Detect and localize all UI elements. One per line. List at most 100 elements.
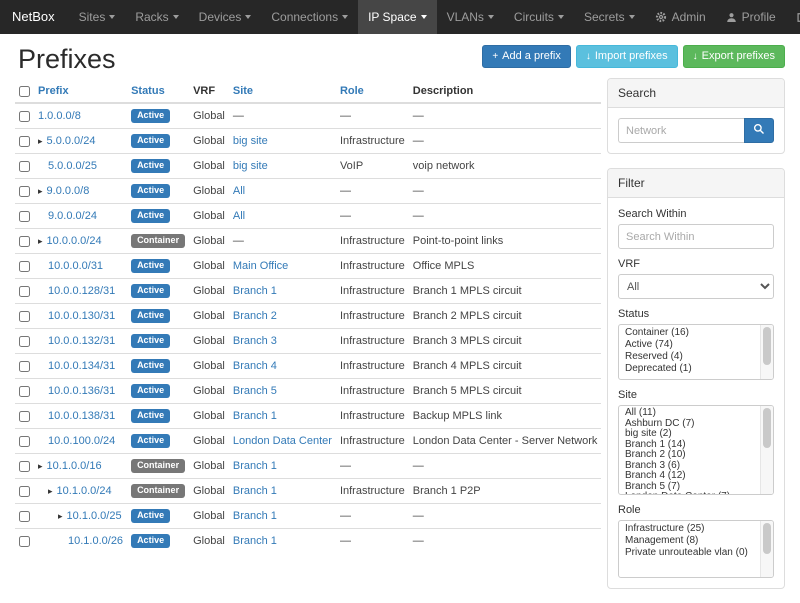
- site-link[interactable]: Branch 1: [233, 410, 277, 422]
- prefix-link[interactable]: 10.1.0.0/24: [57, 485, 112, 497]
- brand[interactable]: NetBox: [0, 0, 69, 34]
- site-link[interactable]: All: [233, 210, 245, 222]
- select-all-checkbox[interactable]: [19, 86, 30, 97]
- search-input[interactable]: [618, 118, 744, 143]
- expand-caret-icon[interactable]: ▸: [48, 486, 53, 497]
- column-header-prefix[interactable]: Prefix: [34, 80, 127, 103]
- nav-item-sites[interactable]: Sites: [69, 0, 126, 34]
- prefix-link[interactable]: 5.0.0.0/25: [48, 160, 97, 172]
- row-checkbox[interactable]: [19, 261, 30, 272]
- prefix-link[interactable]: 10.0.100.0/24: [48, 435, 115, 447]
- row-checkbox[interactable]: [19, 161, 30, 172]
- site-link[interactable]: Branch 1: [233, 485, 277, 497]
- nav-item-ip-space[interactable]: IP Space: [358, 0, 436, 34]
- filter-option[interactable]: Branch 2 (10): [619, 450, 760, 461]
- site-link[interactable]: Branch 1: [233, 285, 277, 297]
- row-checkbox[interactable]: [19, 211, 30, 222]
- prefix-link[interactable]: 10.0.0.138/31: [48, 410, 115, 422]
- row-checkbox[interactable]: [19, 136, 30, 147]
- prefix-link[interactable]: 10.0.0.136/31: [48, 385, 115, 397]
- nav-item-profile[interactable]: Profile: [716, 0, 786, 34]
- filter-option[interactable]: Private unrouteable vlan (0): [619, 547, 760, 559]
- row-checkbox[interactable]: [19, 386, 30, 397]
- site-scrollbar[interactable]: [760, 406, 773, 494]
- row-checkbox[interactable]: [19, 536, 30, 547]
- nav-item-secrets[interactable]: Secrets: [574, 0, 645, 34]
- nav-item-vlans[interactable]: VLANs: [437, 0, 504, 34]
- row-checkbox[interactable]: [19, 361, 30, 372]
- site-link[interactable]: Branch 1: [233, 535, 277, 547]
- prefix-link[interactable]: 10.0.0.130/31: [48, 310, 115, 322]
- prefix-link[interactable]: 5.0.0.0/24: [47, 135, 96, 147]
- vrf-select[interactable]: All: [618, 274, 774, 299]
- nav-item-devices[interactable]: Devices: [189, 0, 262, 34]
- site-link[interactable]: Branch 4: [233, 360, 277, 372]
- nav-item-connections[interactable]: Connections: [261, 0, 358, 34]
- prefix-link[interactable]: 10.0.0.0/31: [48, 260, 103, 272]
- site-link[interactable]: Branch 5: [233, 385, 277, 397]
- prefix-link[interactable]: 10.0.0.134/31: [48, 360, 115, 372]
- column-header-role[interactable]: Role: [336, 80, 409, 103]
- prefix-link[interactable]: 9.0.0.0/24: [48, 210, 97, 222]
- row-checkbox[interactable]: [19, 486, 30, 497]
- search-button[interactable]: [744, 118, 774, 143]
- expand-caret-icon[interactable]: ▸: [58, 511, 63, 522]
- site-link[interactable]: big site: [233, 160, 268, 172]
- role-scrollbar[interactable]: [760, 521, 773, 577]
- filter-option[interactable]: Deprecated (1): [619, 363, 760, 375]
- row-checkbox[interactable]: [19, 511, 30, 522]
- nav-item-admin[interactable]: Admin: [645, 0, 716, 34]
- filter-option[interactable]: All (11): [619, 408, 760, 419]
- filter-option[interactable]: Branch 4 (12): [619, 471, 760, 482]
- site-link[interactable]: Branch 1: [233, 510, 277, 522]
- status-scrollbar[interactable]: [760, 325, 773, 379]
- prefix-link[interactable]: 10.1.0.0/16: [47, 460, 102, 472]
- prefix-link[interactable]: 1.0.0.0/8: [38, 110, 81, 122]
- prefix-link[interactable]: 10.1.0.0/25: [67, 510, 122, 522]
- row-checkbox[interactable]: [19, 236, 30, 247]
- site-link[interactable]: All: [233, 185, 245, 197]
- filter-option[interactable]: Container (16): [619, 327, 760, 339]
- import-prefixes-button[interactable]: ↓ Import prefixes: [576, 45, 678, 68]
- row-checkbox[interactable]: [19, 411, 30, 422]
- row-checkbox[interactable]: [19, 311, 30, 322]
- column-header-site[interactable]: Site: [229, 80, 336, 103]
- row-checkbox[interactable]: [19, 186, 30, 197]
- filter-option[interactable]: Management (8): [619, 535, 760, 547]
- row-checkbox[interactable]: [19, 461, 30, 472]
- expand-caret-icon[interactable]: ▸: [38, 461, 43, 472]
- prefix-link[interactable]: 10.0.0.0/24: [47, 235, 102, 247]
- expand-caret-icon[interactable]: ▸: [38, 236, 43, 247]
- search-within-input[interactable]: [618, 224, 774, 249]
- prefix-link[interactable]: 9.0.0.0/8: [47, 185, 90, 197]
- site-link[interactable]: Branch 1: [233, 460, 277, 472]
- prefix-link[interactable]: 10.0.0.128/31: [48, 285, 115, 297]
- nav-item-circuits[interactable]: Circuits: [504, 0, 574, 34]
- filter-option[interactable]: London Data Center (7): [619, 492, 760, 494]
- filter-option[interactable]: big site (2): [619, 429, 760, 440]
- row-checkbox[interactable]: [19, 286, 30, 297]
- filter-option[interactable]: Active (74): [619, 339, 760, 351]
- filter-option[interactable]: Reserved (4): [619, 351, 760, 363]
- row-checkbox[interactable]: [19, 336, 30, 347]
- site-link[interactable]: big site: [233, 135, 268, 147]
- add-prefix-button[interactable]: + Add a prefix: [482, 45, 571, 68]
- site-link[interactable]: Main Office: [233, 260, 288, 272]
- row-checkbox[interactable]: [19, 111, 30, 122]
- nav-item-racks[interactable]: Racks: [125, 0, 188, 34]
- export-prefixes-button[interactable]: ↓ Export prefixes: [683, 45, 785, 68]
- nav-item-logout[interactable]: Log out: [786, 0, 800, 34]
- expand-caret-icon[interactable]: ▸: [38, 186, 43, 197]
- expand-caret-icon[interactable]: ▸: [38, 136, 43, 147]
- site-listbox[interactable]: All (11)Ashburn DC (7)big site (2)Branch…: [618, 405, 774, 495]
- status-listbox[interactable]: Container (16)Active (74)Reserved (4)Dep…: [618, 324, 774, 380]
- column-header-status[interactable]: Status: [127, 80, 189, 103]
- filter-option[interactable]: Infrastructure (25): [619, 523, 760, 535]
- prefix-link[interactable]: 10.1.0.0/26: [68, 535, 123, 547]
- site-link[interactable]: Branch 3: [233, 335, 277, 347]
- site-link[interactable]: London Data Center: [233, 435, 332, 447]
- row-checkbox[interactable]: [19, 436, 30, 447]
- prefix-link[interactable]: 10.0.0.132/31: [48, 335, 115, 347]
- role-listbox[interactable]: Infrastructure (25)Management (8)Private…: [618, 520, 774, 578]
- site-link[interactable]: Branch 2: [233, 310, 277, 322]
